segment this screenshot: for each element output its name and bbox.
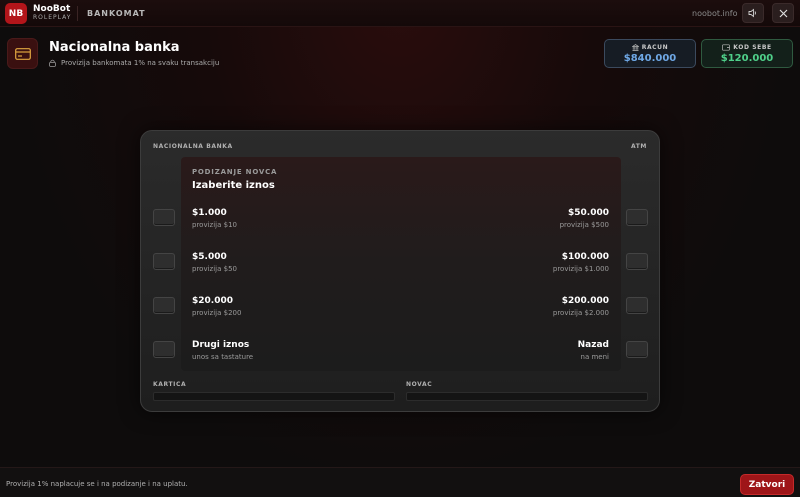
page-title: Nacionalna banka	[49, 40, 180, 55]
brand-name: NooBot	[33, 4, 71, 14]
option-amount: $20.000	[192, 296, 233, 306]
sound-button[interactable]	[742, 3, 764, 23]
close-button[interactable]: Zatvori	[740, 474, 794, 495]
atm-side-button-left-4[interactable]	[153, 341, 175, 358]
option-fee: provizija $2.000	[552, 309, 609, 317]
option-1000[interactable]: $1.000 provizija $10	[192, 208, 237, 229]
option-50000[interactable]: $50.000 provizija $500	[560, 208, 609, 229]
screen-kicker: PODIZANJE NOVCA	[192, 168, 278, 176]
atm-side-button-left-1[interactable]	[153, 209, 175, 226]
speaker-icon	[748, 8, 756, 18]
option-5000[interactable]: $5.000 provizija $50	[192, 252, 237, 273]
cash-balance-value: $120.000	[720, 52, 774, 64]
atm-side-button-left-3[interactable]	[153, 297, 175, 314]
section-title: BANKOMAT	[87, 9, 146, 18]
lock-icon	[49, 59, 56, 67]
option-amount: $1.000	[192, 208, 227, 218]
wallet-icon	[722, 43, 731, 51]
cash-slot[interactable]	[406, 392, 648, 401]
atm-panel: NACIONALNA BANKA ATM PODIZANJE NOVCA Iza…	[140, 130, 660, 412]
credit-card-icon	[14, 47, 31, 60]
atm-screen: PODIZANJE NOVCA Izaberite iznos $1.000 p…	[181, 157, 621, 371]
footer-note: Provizija 1% naplacuje se i na podizanje…	[6, 480, 188, 488]
close-top-button[interactable]	[772, 3, 794, 23]
card-slot-label: KARTICA	[153, 381, 187, 388]
site-link[interactable]: noobot.info	[692, 9, 738, 18]
cash-slot-label: NOVAC	[406, 381, 433, 388]
option-fee: na meni	[580, 353, 609, 361]
brand: NooBot ROLEPLAY	[33, 5, 71, 21]
option-amount: Nazad	[577, 340, 609, 350]
header-icon-box	[7, 38, 38, 69]
option-200000[interactable]: $200.000 provizija $2.000	[553, 296, 609, 317]
atm-side-button-right-4[interactable]	[626, 341, 648, 358]
screen-title: Izaberite iznos	[192, 180, 275, 191]
atm-side-button-right-3[interactable]	[626, 297, 648, 314]
cash-balance: KOD SEBE $120.000	[701, 39, 793, 68]
logo: NB	[5, 3, 27, 24]
option-fee: provizija $10	[192, 221, 237, 229]
account-balance-label: RACUN	[641, 43, 669, 51]
close-icon	[779, 9, 787, 17]
option-other-amount[interactable]: Drugi iznos unos sa tastature	[192, 340, 253, 361]
atm-side-button-right-1[interactable]	[626, 209, 648, 226]
option-amount: $200.000	[561, 296, 609, 306]
subtitle-text: Provizija bankomata 1% na svaku transakc…	[61, 59, 220, 67]
top-bar: NB NooBot ROLEPLAY BANKOMAT noobot.info	[0, 0, 800, 27]
atm-side-button-right-2[interactable]	[626, 253, 648, 270]
page-subtitle: Provizija bankomata 1% na svaku transakc…	[49, 59, 219, 67]
option-back[interactable]: Nazad na meni	[578, 340, 609, 361]
footer: Provizija 1% naplacuje se i na podizanje…	[0, 467, 800, 497]
option-fee: provizija $200	[192, 309, 242, 317]
option-100000[interactable]: $100.000 provizija $1.000	[553, 252, 609, 273]
option-amount: $100.000	[561, 252, 609, 262]
atm-bank-label: NACIONALNA BANKA	[153, 143, 233, 150]
account-balance-value: $840.000	[623, 52, 677, 64]
account-balance: RACUN $840.000	[604, 39, 696, 68]
option-amount: Drugi iznos	[192, 340, 250, 350]
option-amount: $50.000	[568, 208, 609, 218]
option-amount: $5.000	[192, 252, 227, 262]
option-fee: provizija $500	[559, 221, 609, 229]
top-divider	[77, 6, 78, 21]
option-20000[interactable]: $20.000 provizija $200	[192, 296, 241, 317]
option-fee: provizija $1.000	[552, 265, 609, 273]
brand-sub: ROLEPLAY	[33, 14, 72, 21]
card-slot[interactable]	[153, 392, 395, 401]
atm-side-button-left-2[interactable]	[153, 253, 175, 270]
atm-label: ATM	[630, 143, 647, 150]
option-fee: provizija $50	[192, 265, 237, 273]
bank-icon	[631, 43, 639, 51]
cash-balance-label: KOD SEBE	[733, 43, 772, 51]
option-fee: unos sa tastature	[192, 353, 254, 361]
